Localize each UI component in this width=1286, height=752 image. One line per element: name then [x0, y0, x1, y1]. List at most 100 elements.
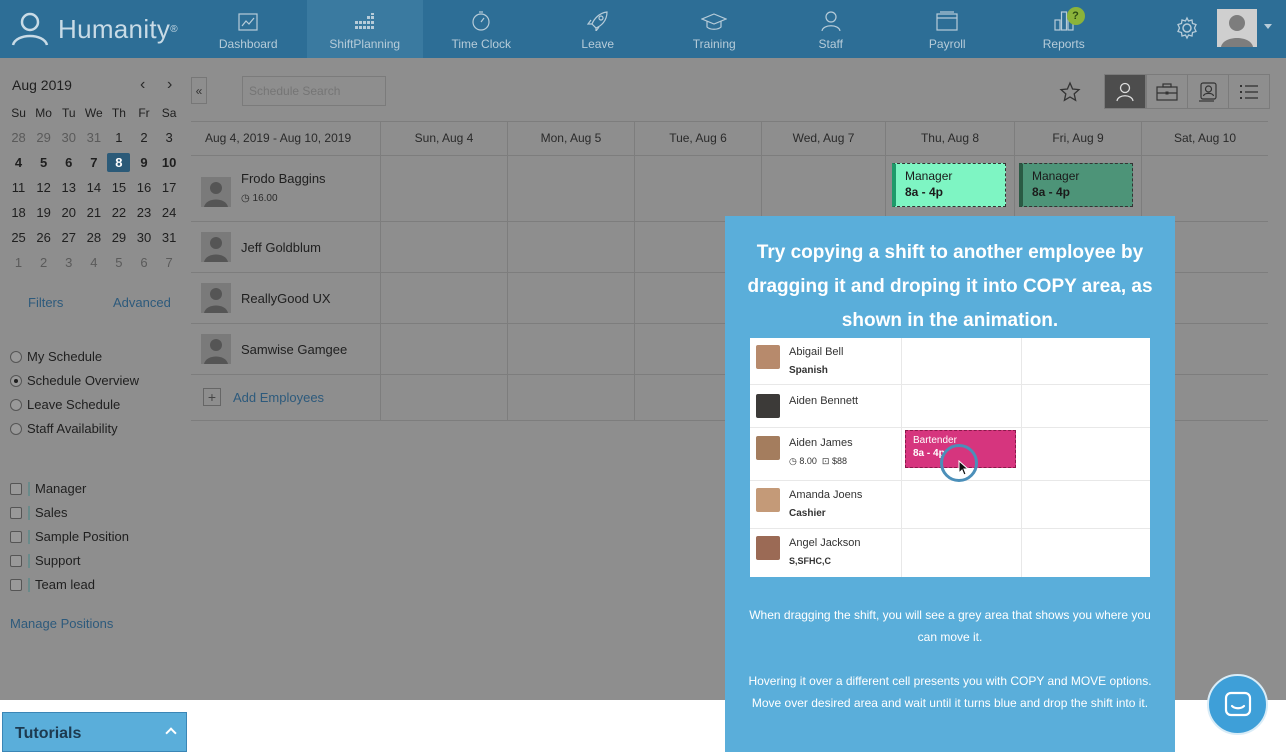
position-filter-team-lead[interactable]: Team lead [10, 577, 95, 592]
radio-button[interactable] [10, 398, 22, 411]
view-schedule-overview[interactable]: Schedule Overview [10, 373, 139, 388]
calendar-day[interactable]: 6 [56, 155, 81, 170]
calendar-day[interactable]: 5 [106, 255, 131, 270]
calendar-day[interactable]: 14 [81, 180, 106, 195]
calendar-day[interactable]: 25 [6, 230, 31, 245]
calendar-day[interactable]: 1 [6, 255, 31, 270]
calendar-day[interactable]: 11 [6, 180, 31, 195]
help-badge[interactable]: ? [1066, 7, 1085, 25]
radio-button[interactable] [10, 422, 22, 435]
employee-cell[interactable]: Jeff Goldblum [201, 224, 321, 262]
employee-cell[interactable]: ReallyGood UX [201, 275, 331, 313]
position-view-button[interactable] [1146, 74, 1188, 109]
add-employees-button[interactable]: + Add Employees [203, 388, 324, 406]
calendar-day[interactable]: 27 [56, 230, 81, 245]
day-header[interactable]: Sat, Aug 10 [1141, 122, 1268, 157]
calendar-day[interactable]: 2 [131, 130, 156, 145]
checkbox[interactable] [10, 482, 22, 495]
calendar-day[interactable]: 7 [157, 255, 182, 270]
calendar-day[interactable]: 4 [6, 155, 31, 170]
calendar-day[interactable]: 3 [157, 130, 182, 145]
advanced-link[interactable]: Advanced [113, 295, 171, 310]
calendar-day[interactable]: 26 [31, 230, 56, 245]
day-header[interactable]: Fri, Aug 9 [1014, 122, 1141, 157]
calendar-day[interactable]: 23 [131, 205, 156, 220]
employee-view-button[interactable] [1104, 74, 1146, 109]
calendar-day[interactable]: 2 [31, 255, 56, 270]
calendar-day[interactable]: 31 [157, 230, 182, 245]
checkbox[interactable] [10, 578, 22, 591]
chat-launcher-button[interactable] [1207, 674, 1268, 735]
user-avatar[interactable] [1217, 9, 1257, 47]
calendar-day[interactable]: 20 [56, 205, 81, 220]
calendar-day[interactable]: 13 [56, 180, 81, 195]
calendar-day[interactable]: 19 [31, 205, 56, 220]
calendar-day[interactable]: 7 [81, 155, 106, 170]
calendar-next-icon[interactable]: › [167, 76, 172, 94]
nav-dashboard[interactable]: Dashboard [190, 0, 307, 58]
view-my-schedule[interactable]: My Schedule [10, 349, 102, 364]
shift-block[interactable]: Manager 8a - 4p [892, 163, 1006, 207]
checkbox[interactable] [10, 506, 22, 519]
calendar-day[interactable]: 10 [157, 155, 182, 170]
nav-time-clock[interactable]: Time Clock [423, 0, 540, 58]
schedule-search-input[interactable] [242, 76, 386, 106]
day-header[interactable]: Wed, Aug 7 [761, 122, 885, 157]
position-filter-support[interactable]: Support [10, 553, 81, 568]
calendar-day[interactable]: 21 [81, 205, 106, 220]
nav-training[interactable]: Training [656, 0, 773, 58]
calendar-day[interactable]: 9 [131, 155, 156, 170]
checkbox[interactable] [10, 554, 22, 567]
nav-shiftplanning[interactable]: ShiftPlanning [306, 0, 423, 58]
calendar-day[interactable]: 8 [107, 153, 131, 172]
calendar-day[interactable]: 31 [81, 130, 106, 145]
calendar-day[interactable]: 17 [157, 180, 182, 195]
nav-reports[interactable]: Reports ? [1006, 0, 1123, 58]
calendar-day[interactable]: 3 [56, 255, 81, 270]
calendar-day[interactable]: 22 [106, 205, 131, 220]
day-header[interactable]: Tue, Aug 6 [634, 122, 761, 157]
calendar-day[interactable]: 1 [106, 130, 131, 145]
calendar-day[interactable]: 24 [157, 205, 182, 220]
employee-cell[interactable]: Frodo Baggins ◷ 16.00 [201, 169, 326, 207]
star-icon[interactable] [1059, 81, 1081, 103]
view-leave-schedule[interactable]: Leave Schedule [10, 397, 120, 412]
radio-button[interactable] [10, 350, 22, 363]
nav-staff[interactable]: Staff [773, 0, 890, 58]
humanity-logo[interactable]: Humanity ® [0, 0, 190, 58]
calendar-day[interactable]: 5 [31, 155, 56, 170]
employee-cell[interactable]: Samwise Gamgee [201, 326, 347, 364]
user-menu-caret-icon[interactable] [1264, 24, 1272, 29]
calendar-day[interactable]: 29 [106, 230, 131, 245]
collapse-sidebar-button[interactable]: « [191, 77, 207, 104]
position-filter-manager[interactable]: Manager [10, 481, 86, 496]
nav-payroll[interactable]: Payroll [889, 0, 1006, 58]
calendar-day[interactable]: 28 [6, 130, 31, 145]
calendar-day[interactable]: 6 [131, 255, 156, 270]
tutorials-panel-toggle[interactable]: Tutorials [2, 712, 187, 752]
calendar-day[interactable]: 15 [106, 180, 131, 195]
radio-button[interactable] [10, 374, 22, 387]
calendar-day[interactable]: 18 [6, 205, 31, 220]
day-header[interactable]: Thu, Aug 8 [885, 122, 1014, 157]
calendar-day[interactable]: 30 [56, 130, 81, 145]
calendar-day[interactable]: 30 [131, 230, 156, 245]
filters-link[interactable]: Filters [28, 295, 63, 310]
position-filter-sales[interactable]: Sales [10, 505, 68, 520]
calendar-day[interactable]: 4 [81, 255, 106, 270]
calendar-day[interactable]: 28 [81, 230, 106, 245]
view-staff-availability[interactable]: Staff Availability [10, 421, 118, 436]
calendar-day[interactable]: 16 [131, 180, 156, 195]
shift-block[interactable]: Manager 8a - 4p [1019, 163, 1133, 207]
gear-icon[interactable] [1175, 16, 1199, 40]
manage-positions-link[interactable]: Manage Positions [10, 616, 113, 631]
calendar-prev-icon[interactable]: ‹ [140, 76, 145, 94]
list-view-button[interactable] [1228, 74, 1270, 109]
checkbox[interactable] [10, 530, 22, 543]
position-filter-sample[interactable]: Sample Position [10, 529, 129, 544]
calendar-day[interactable]: 12 [31, 180, 56, 195]
day-header[interactable]: Mon, Aug 5 [507, 122, 634, 157]
nav-leave[interactable]: Leave [540, 0, 657, 58]
day-header[interactable]: Sun, Aug 4 [380, 122, 507, 157]
calendar-day[interactable]: 29 [31, 130, 56, 145]
